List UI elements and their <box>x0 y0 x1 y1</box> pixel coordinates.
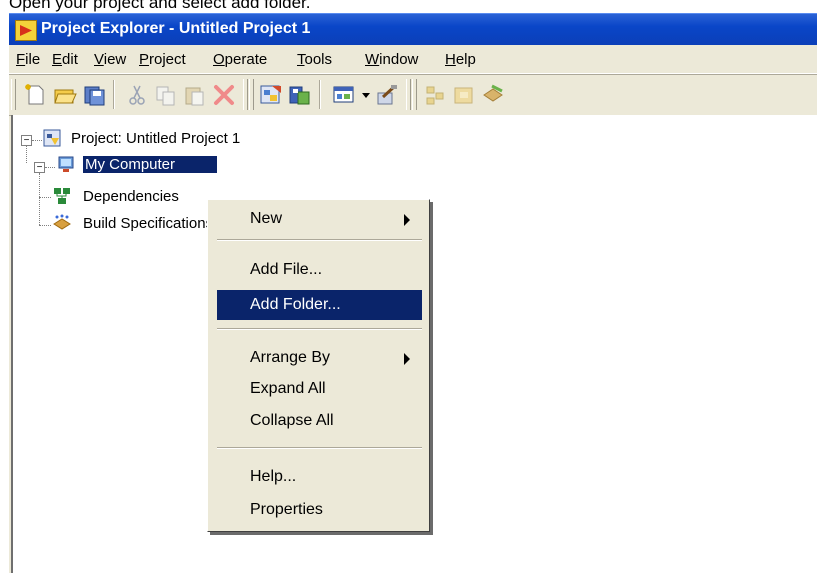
tree-item-build-specifications[interactable]: Build Specifications <box>83 215 209 232</box>
tree-connector <box>26 145 27 163</box>
menu-item-arrange-by[interactable]: Arrange By <box>217 343 422 373</box>
build-icon[interactable] <box>288 83 312 107</box>
dependencies-icon[interactable] <box>423 83 447 107</box>
menu-separator <box>217 447 422 449</box>
menu-help[interactable]: Help <box>445 51 476 68</box>
title-bar[interactable]: Project Explorer - Untitled Project 1 <box>9 13 817 45</box>
package-icon[interactable] <box>452 83 476 107</box>
menu-item-new-label: New <box>250 210 283 227</box>
computer-icon <box>57 156 75 174</box>
menu-item-expand-all[interactable]: Expand All <box>217 374 422 404</box>
toolbar-separator <box>113 80 115 109</box>
window-title: Project Explorer - Untitled Project 1 <box>41 20 311 37</box>
tree-connector <box>45 167 55 168</box>
project-icon <box>43 129 61 147</box>
options-icon[interactable] <box>375 83 399 107</box>
deploy-icon[interactable] <box>481 83 505 107</box>
context-menu: New Add File... Add Folder... Arrange By… <box>207 199 430 532</box>
collapse-my-computer-toggle[interactable]: − <box>34 162 45 173</box>
submenu-arrow-icon <box>404 214 410 226</box>
tree-connector <box>32 140 42 141</box>
open-icon[interactable] <box>53 83 77 107</box>
menu-item-arrange-by-label: Arrange By <box>250 349 331 366</box>
menu-item-new[interactable]: New <box>217 204 422 234</box>
tree-connector <box>39 197 51 198</box>
toolbar-grip[interactable] <box>412 79 417 110</box>
save-all-icon[interactable] <box>82 83 106 107</box>
cut-icon[interactable] <box>125 83 149 107</box>
toolbar-grip[interactable] <box>243 79 248 110</box>
toolbar-separator <box>319 80 321 109</box>
toolbar <box>9 74 817 116</box>
menu-item-add-folder[interactable]: Add Folder... <box>217 290 422 320</box>
toolbar-grip[interactable] <box>11 79 16 110</box>
delete-icon[interactable] <box>212 83 236 107</box>
build-specifications-icon <box>53 214 71 232</box>
toolbar-grip[interactable] <box>406 79 411 110</box>
menu-item-properties[interactable]: Properties <box>217 495 422 525</box>
tree-item-dependencies[interactable]: Dependencies <box>83 188 209 205</box>
menu-separator <box>217 328 422 330</box>
menu-operate[interactable]: Operate <box>213 51 267 68</box>
menu-file[interactable]: File <box>16 51 40 68</box>
menu-view[interactable]: View <box>94 51 126 68</box>
tree-connector <box>39 225 51 226</box>
tree-item-project[interactable]: Project: Untitled Project 1 <box>71 130 240 147</box>
dependencies-tree-icon <box>53 187 71 205</box>
menu-item-add-file[interactable]: Add File... <box>217 255 422 285</box>
new-icon[interactable] <box>23 83 47 107</box>
menu-bar: File Edit View Project Operate Tools Win… <box>9 45 817 74</box>
copy-icon[interactable] <box>154 83 178 107</box>
instruction-caption: Open your project and select add folder. <box>9 0 311 12</box>
menu-window[interactable]: Window <box>365 51 418 68</box>
menu-edit[interactable]: Edit <box>52 51 78 68</box>
view-icon[interactable] <box>332 83 356 107</box>
menu-tools[interactable]: Tools <box>297 51 332 68</box>
menu-item-help[interactable]: Help... <box>217 462 422 492</box>
toolbar-grip[interactable] <box>249 79 254 110</box>
menu-project[interactable]: Project <box>139 51 186 68</box>
tree-item-my-computer[interactable]: My Computer <box>83 156 217 173</box>
menu-item-collapse-all[interactable]: Collapse All <box>217 406 422 436</box>
menu-separator <box>217 239 422 241</box>
labview-app-icon <box>15 20 37 41</box>
project-properties-icon[interactable] <box>259 83 283 107</box>
submenu-arrow-icon <box>404 353 410 365</box>
tree-connector <box>39 173 40 225</box>
paste-icon[interactable] <box>183 83 207 107</box>
